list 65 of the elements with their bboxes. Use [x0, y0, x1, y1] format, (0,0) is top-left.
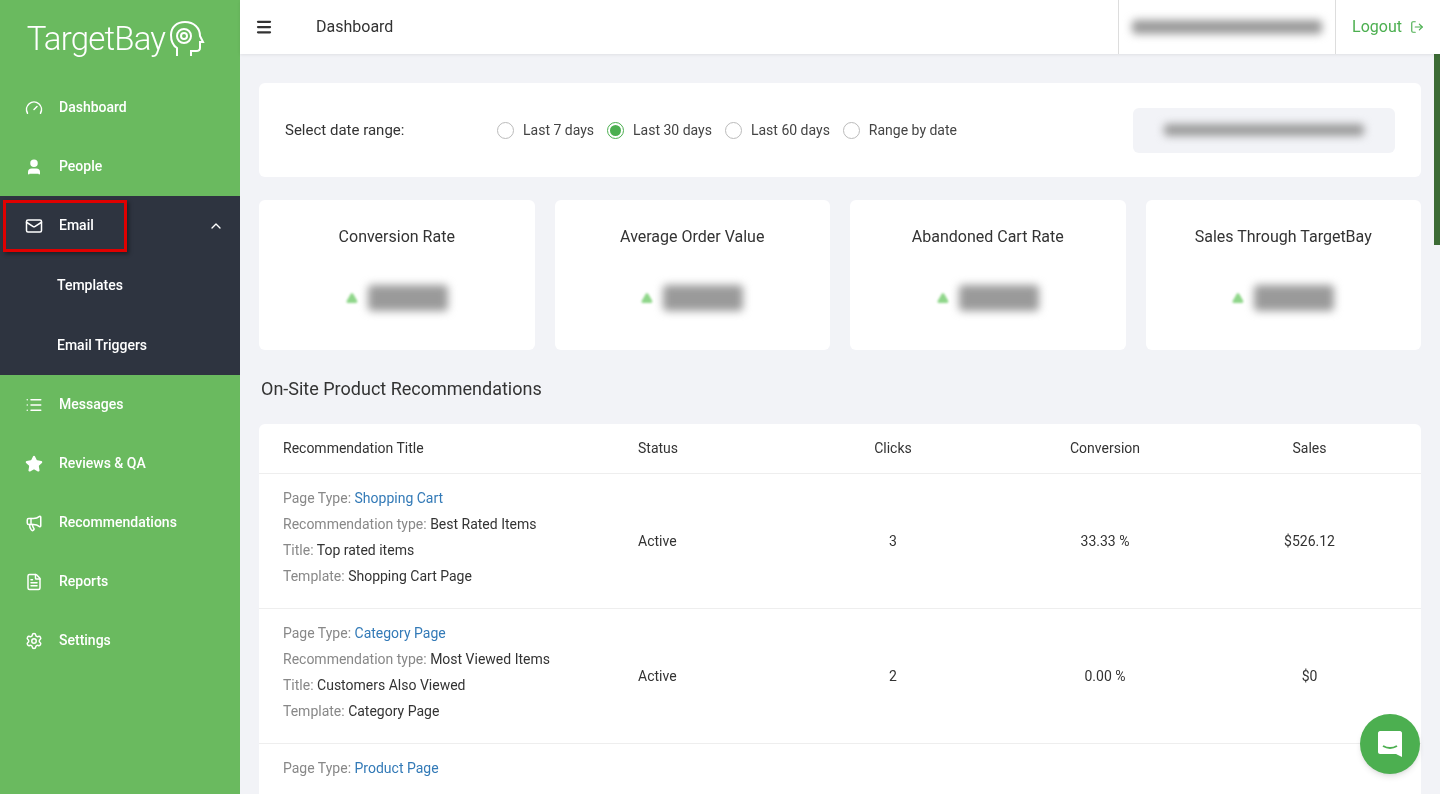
star-icon	[25, 454, 43, 473]
person-icon	[25, 157, 43, 176]
column-header: Recommendation Title	[283, 439, 425, 458]
column-header: Sales	[1292, 439, 1327, 458]
logout-icon	[1410, 20, 1424, 34]
metric-title: Average Order Value	[620, 226, 765, 248]
sidebar-item[interactable]: People	[3, 140, 136, 193]
head-logo-icon	[169, 20, 206, 58]
page-type-link[interactable]: Product Page	[354, 760, 439, 776]
sidebar-item[interactable]: Recommendations	[3, 496, 210, 549]
envelope-icon	[25, 216, 43, 235]
sidebar-subitem[interactable]: Templates	[57, 274, 123, 296]
up-arrow-icon	[1232, 292, 1245, 304]
gauge-icon	[25, 98, 43, 117]
up-arrow-icon	[936, 292, 949, 304]
metric-title: Sales Through TargetBay	[1194, 226, 1372, 248]
section-title: On-Site Product Recommendations	[261, 377, 543, 401]
up-arrow-icon	[345, 292, 358, 304]
sidebar-item[interactable]: Dashboard	[3, 81, 160, 134]
recommendation-detail: Title: Top rated items	[283, 541, 416, 560]
date-range-radio[interactable]: Last 7 days	[497, 119, 595, 141]
recommendation-detail: Title: Customers Also Viewed	[283, 676, 467, 695]
settings-icon	[25, 631, 43, 650]
document-icon	[25, 572, 43, 591]
sales-cell-text: $0	[1301, 666, 1318, 686]
date-range-radio[interactable]: Range by date	[842, 119, 957, 141]
sidebar-item[interactable]: Reviews & QA	[3, 437, 179, 490]
conversion-cell-text: 0.00 %	[1084, 666, 1126, 686]
metric-title: Conversion Rate	[338, 226, 455, 248]
logout-button[interactable]: Logout	[1336, 0, 1440, 54]
date-range-field[interactable]	[1133, 107, 1395, 153]
page-title: Dashboard	[316, 16, 394, 38]
status-cell-text: Active	[638, 531, 678, 551]
up-arrow-icon	[641, 292, 654, 304]
column-header: Status	[638, 439, 680, 458]
metric-title: Abandoned Cart Rate	[911, 226, 1064, 248]
logo-text: TargetBay	[26, 18, 166, 61]
recommendation-detail: Recommendation type: Best Rated Items	[283, 515, 538, 534]
sidebar-item[interactable]: Settings	[3, 614, 144, 667]
page-type-link[interactable]: Shopping Cart	[354, 490, 444, 506]
recommendation-detail: Template: Category Page	[283, 702, 441, 721]
sidebar-item[interactable]: Messages	[3, 378, 157, 431]
megaphone-icon	[25, 513, 43, 532]
date-range-radio[interactable]: Last 30 days	[607, 119, 712, 141]
date-range-radio[interactable]: Last 60 days	[724, 119, 830, 141]
recommendation-detail: Page Type: Shopping Cart	[283, 489, 445, 508]
recommendation-detail: Recommendation type: Most Viewed Items	[283, 650, 551, 669]
column-header: Conversion	[1069, 439, 1140, 458]
sidebar-subitem[interactable]: Email Triggers	[57, 334, 148, 356]
date-range-label: Select date range:	[285, 119, 406, 141]
sidebar-item[interactable]: Reports	[3, 555, 142, 608]
clicks-cell-text: 3	[889, 531, 897, 551]
conversion-cell-text: 33.33 %	[1080, 531, 1130, 551]
page-type-link[interactable]: Category Page	[354, 625, 446, 641]
status-cell-text: Active	[638, 666, 678, 686]
recommendation-detail: Page Type: Category Page	[283, 624, 447, 643]
clicks-cell-text: 2	[889, 666, 897, 686]
menu-icon[interactable]	[255, 18, 273, 36]
recommendation-detail: Page Type: Product Page	[283, 759, 440, 778]
chat-icon	[1377, 730, 1403, 758]
recommendation-detail: Template: Shopping Cart Page	[283, 567, 473, 586]
column-header: Clicks	[874, 439, 912, 458]
scrollbar-thumb[interactable]	[1434, 54, 1440, 245]
sales-cell-text: $526.12	[1284, 531, 1335, 551]
sidebar-item[interactable]: Email	[3, 199, 127, 252]
